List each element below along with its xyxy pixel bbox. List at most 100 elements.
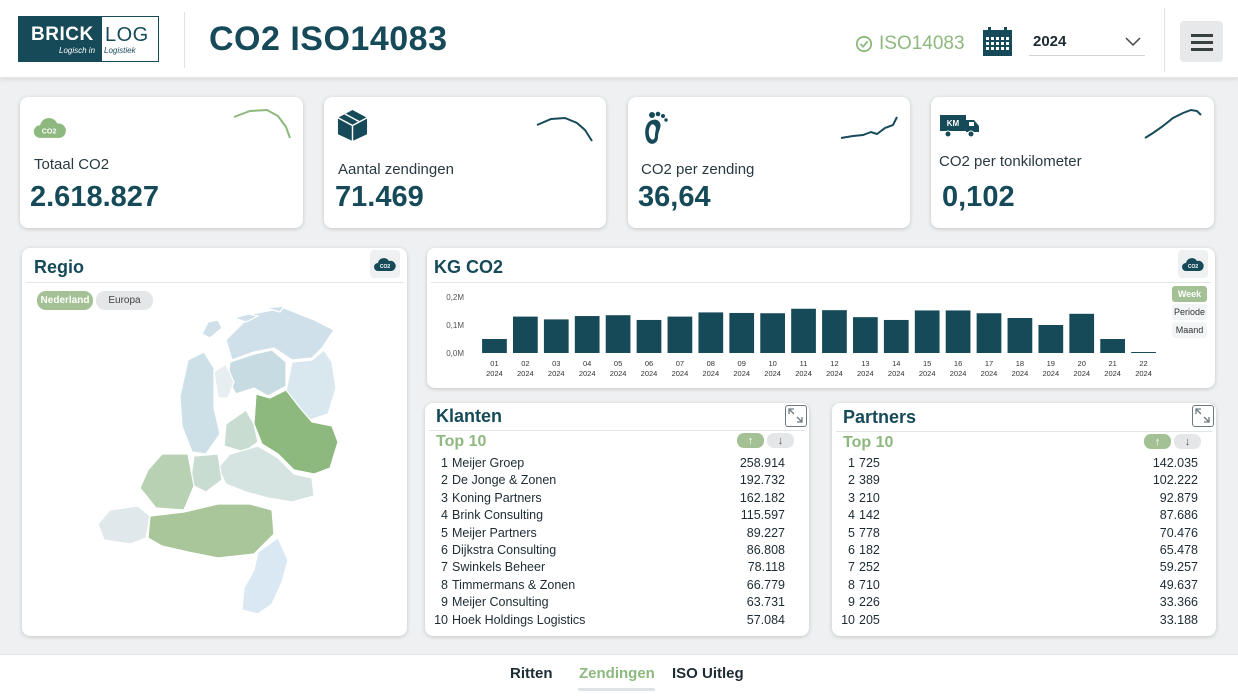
tab-zendingen[interactable]: Zendingen: [579, 665, 655, 682]
x-tick-week: 03: [552, 359, 560, 368]
bar-week-17[interactable]: [976, 313, 1002, 353]
list-item[interactable]: 1 Meijer Groep 258.914: [432, 456, 785, 473]
x-tick-year: 2024: [733, 369, 750, 378]
partners-list: 1 725 142.035 2 389 102.222 3 210 92.879 4 142 87.6…: [839, 456, 1198, 631]
sparkline-total-co2: [233, 108, 291, 139]
kpi-card-total-co2: CO2 Totaal CO2 2.618.827: [20, 97, 303, 228]
x-tick-year: 2024: [672, 369, 689, 378]
list-item[interactable]: 5 Meijer Partners 89.227: [432, 526, 785, 543]
bar-week-01[interactable]: [482, 339, 507, 353]
list-item[interactable]: 2 389 102.222: [839, 473, 1198, 490]
x-tick-week: 05: [614, 359, 622, 368]
tab-ritten[interactable]: Ritten: [510, 665, 553, 682]
province-zuid-holland: [139, 453, 195, 511]
list-item[interactable]: 10 205 33.188: [839, 613, 1198, 630]
klanten-top10-label: Top 10: [436, 433, 487, 450]
list-item-value: 59.257: [1159, 560, 1198, 575]
bar-week-12[interactable]: [822, 310, 847, 353]
sort-ascending-button[interactable]: ↑: [737, 433, 764, 448]
list-item[interactable]: 10 Hoek Holdings Logistics 57.084: [432, 613, 785, 630]
x-tick-year: 2024: [517, 369, 534, 378]
list-item[interactable]: 6 Dijkstra Consulting 86.808: [432, 543, 785, 560]
klanten-expand-button[interactable]: [785, 405, 807, 427]
kpi-value: 71.469: [335, 181, 424, 213]
tab-iso-uitleg[interactable]: ISO Uitleg: [672, 665, 744, 682]
sort-ascending-button[interactable]: ↑: [1144, 434, 1171, 449]
bar-week-16[interactable]: [945, 310, 971, 353]
list-item[interactable]: 4 Brink Consulting 115.597: [432, 508, 785, 525]
x-tick-week: 07: [676, 359, 684, 368]
list-item[interactable]: 6 182 65.478: [839, 543, 1198, 560]
mode-periode[interactable]: Periode: [1172, 304, 1207, 320]
province-flevoland: [223, 409, 259, 453]
x-tick-year: 2024: [950, 369, 967, 378]
bar-week-20[interactable]: [1069, 313, 1095, 353]
list-item-name: 226: [859, 595, 880, 610]
x-tick-year: 2024: [764, 369, 781, 378]
list-item[interactable]: 9 Meijer Consulting 63.731: [432, 595, 785, 612]
bar-week-03[interactable]: [543, 319, 569, 353]
bar-week-19[interactable]: [1038, 325, 1064, 353]
bar-week-08[interactable]: [698, 312, 724, 353]
list-item[interactable]: 8 Timmermans & Zonen 66.779: [432, 578, 785, 595]
bar-week-11[interactable]: [791, 308, 816, 353]
bar-week-21[interactable]: [1100, 339, 1125, 353]
list-item-value: 63.731: [746, 595, 785, 610]
list-item-name: 182: [859, 543, 880, 557]
netherlands-map[interactable]: [22, 248, 407, 636]
x-tick-year: 2024: [1135, 369, 1152, 378]
mode-maand[interactable]: Maand: [1172, 322, 1207, 338]
list-item[interactable]: 7 Swinkels Beheer 78.118: [432, 560, 785, 577]
list-item-name: Meijer Groep: [452, 456, 525, 470]
list-item[interactable]: 4 142 87.686: [839, 508, 1198, 525]
logo-tagline-right: Logistiek: [104, 46, 136, 55]
x-tick-year: 2024: [579, 369, 596, 378]
kg-co2-bar-chart[interactable]: 0,0M0,1M0,2M0120240220240320240420240520…: [427, 284, 1167, 386]
bar-week-15[interactable]: [914, 310, 940, 353]
x-tick-week: 13: [861, 359, 869, 368]
list-item-name: Brink Consulting: [452, 508, 544, 523]
klanten-list: 1 Meijer Groep 258.914 2 De Jonge & Zonen 192…: [432, 456, 785, 631]
bar-week-09[interactable]: [729, 312, 755, 353]
x-tick-week: 19: [1047, 359, 1055, 368]
bar-week-13[interactable]: [853, 317, 878, 353]
bar-week-07[interactable]: [667, 316, 693, 353]
list-item[interactable]: 9 226 33.366: [839, 595, 1198, 612]
list-item[interactable]: 2 De Jonge & Zonen 192.732: [432, 473, 785, 490]
mode-week[interactable]: Week: [1172, 286, 1207, 302]
bar-week-10[interactable]: [760, 313, 785, 353]
bar-week-04[interactable]: [574, 316, 600, 353]
list-item-value: 89.227: [746, 525, 785, 540]
sort-descending-button[interactable]: ↓: [767, 433, 794, 448]
sort-descending-button[interactable]: ↓: [1174, 434, 1201, 449]
bar-week-22[interactable]: [1131, 352, 1156, 353]
bar-week-18[interactable]: [1007, 318, 1033, 353]
x-tick-week: 04: [583, 359, 591, 368]
list-item[interactable]: 1 725 142.035: [839, 456, 1198, 473]
list-item[interactable]: 7 252 59.257: [839, 560, 1198, 577]
list-item-name: 210: [859, 490, 880, 505]
bar-week-06[interactable]: [636, 319, 662, 353]
menu-button[interactable]: [1180, 21, 1223, 62]
list-item-name: 710: [859, 577, 880, 592]
list-item[interactable]: 8 710 49.637: [839, 578, 1198, 595]
x-tick-year: 2024: [1073, 369, 1090, 378]
chart-co2-button[interactable]: CO2: [1178, 250, 1208, 278]
year-dropdown[interactable]: 2024: [1029, 28, 1145, 56]
x-tick-week: 22: [1139, 359, 1147, 368]
bar-week-14[interactable]: [883, 319, 909, 353]
x-tick-week: 11: [800, 359, 808, 368]
bar-week-05[interactable]: [605, 315, 631, 353]
list-item-name: Timmermans & Zonen: [452, 577, 576, 592]
bar-week-02[interactable]: [513, 316, 538, 353]
list-item[interactable]: 5 778 70.476: [839, 526, 1198, 543]
list-item-name: 778: [859, 525, 880, 540]
header-divider: [184, 12, 185, 68]
y-tick-label: 0,2M: [446, 293, 464, 302]
list-item-name: Koning Partners: [452, 490, 542, 505]
calendar-icon[interactable]: [982, 27, 1013, 57]
list-item[interactable]: 3 Koning Partners 162.182: [432, 491, 785, 508]
list-item[interactable]: 3 210 92.879: [839, 491, 1198, 508]
x-tick-week: 16: [954, 359, 962, 368]
partners-expand-button[interactable]: [1192, 405, 1214, 427]
